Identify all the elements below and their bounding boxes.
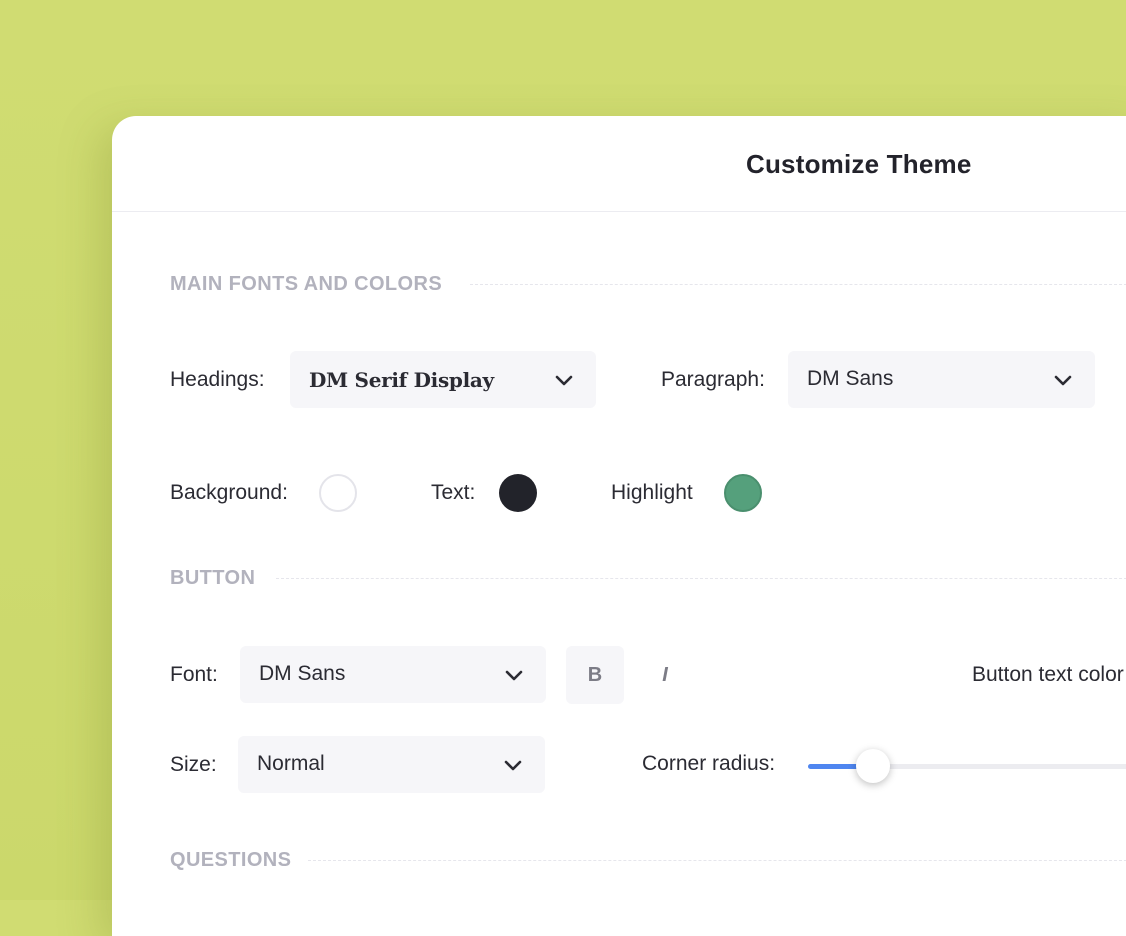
button-font-select[interactable]: DM Sans: [240, 646, 546, 703]
button-size-label: Size:: [170, 753, 217, 776]
background-color-swatch[interactable]: [319, 474, 357, 512]
highlight-color-swatch[interactable]: [724, 474, 762, 512]
section-heading-button: BUTTON: [170, 567, 256, 589]
button-size-select[interactable]: Normal: [238, 736, 545, 793]
corner-radius-slider-thumb[interactable]: [855, 749, 890, 783]
section-divider: [308, 860, 1126, 861]
highlight-label: Highlight: [611, 481, 693, 504]
headings-font-value: DM Serif Display: [309, 368, 494, 392]
chevron-down-icon: [505, 670, 523, 681]
bold-toggle-button[interactable]: B: [566, 646, 624, 704]
button-size-value: Normal: [257, 752, 325, 775]
panel-header: Customize Theme: [112, 116, 1126, 212]
chevron-down-icon: [555, 375, 573, 386]
customize-theme-panel: Customize Theme MAIN FONTS AND COLORS He…: [112, 116, 1126, 936]
background-label: Background:: [170, 481, 288, 504]
section-divider: [470, 284, 1126, 285]
text-color-swatch[interactable]: [499, 474, 537, 512]
chevron-down-icon: [504, 760, 522, 771]
panel-title: Customize Theme: [746, 149, 972, 179]
paragraph-font-value: DM Sans: [807, 367, 894, 390]
italic-toggle-button[interactable]: I: [636, 646, 694, 704]
button-text-color-label: Button text color: [972, 663, 1124, 686]
chevron-down-icon: [1054, 375, 1072, 386]
paragraph-label: Paragraph:: [661, 368, 765, 391]
corner-radius-label: Corner radius:: [642, 752, 776, 775]
headings-font-select[interactable]: DM Serif Display: [290, 351, 596, 408]
button-font-label: Font:: [170, 663, 218, 686]
section-divider: [276, 578, 1126, 579]
paragraph-font-select[interactable]: DM Sans: [788, 351, 1095, 408]
button-font-value: DM Sans: [259, 662, 346, 685]
headings-label: Headings:: [170, 368, 265, 391]
corner-radius-slider[interactable]: [808, 749, 1126, 783]
text-color-label: Text:: [431, 481, 476, 504]
section-heading-questions: QUESTIONS: [170, 849, 292, 871]
section-heading-main-fonts-colors: MAIN FONTS AND COLORS: [170, 273, 443, 295]
